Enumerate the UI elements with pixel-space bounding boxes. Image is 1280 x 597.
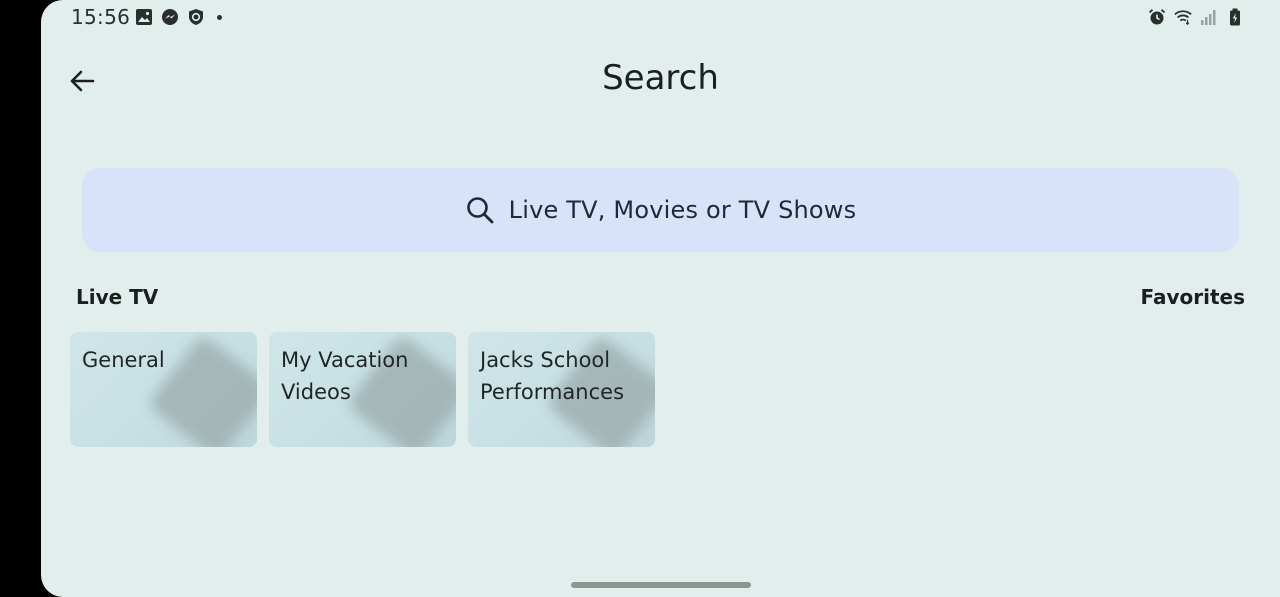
channel-card-my-vacation-videos[interactable]: My Vacation Videos (269, 332, 456, 447)
live-tv-channel-list: General My Vacation Videos Jacks School … (70, 332, 655, 447)
battery-icon (1230, 8, 1240, 26)
channel-card-label: Jacks School Performances (480, 348, 625, 404)
status-bar: 15:56 (41, 0, 1280, 34)
wifi-icon (1174, 10, 1192, 26)
channel-card-general[interactable]: General (70, 332, 257, 447)
status-system-icons (1148, 8, 1244, 26)
search-input-content: Live TV, Movies or TV Shows (465, 195, 857, 225)
home-indicator[interactable] (571, 582, 751, 588)
search-placeholder: Live TV, Movies or TV Shows (508, 196, 857, 224)
favorites-link[interactable]: Favorites (1140, 285, 1245, 309)
live-tv-section-title: Live TV (76, 285, 159, 309)
channel-card-label: General (82, 348, 165, 372)
notification-dot (217, 14, 222, 20)
status-notification-icons (135, 8, 222, 26)
signal-icon (1201, 10, 1216, 25)
messenger-icon (162, 9, 178, 25)
page-title: Search (602, 58, 719, 98)
app-screen: 15:56 Search Live TV, Movies or TV Shows… (41, 0, 1280, 597)
search-input[interactable]: Live TV, Movies or TV Shows (82, 168, 1239, 252)
alarm-icon (1148, 9, 1166, 25)
status-time: 15:56 (71, 5, 131, 29)
shield-icon (189, 9, 203, 25)
channel-card-jacks-school-performances[interactable]: Jacks School Performances (468, 332, 655, 447)
channel-card-label: My Vacation Videos (281, 348, 409, 404)
gallery-icon (136, 9, 152, 25)
search-icon (466, 197, 494, 224)
